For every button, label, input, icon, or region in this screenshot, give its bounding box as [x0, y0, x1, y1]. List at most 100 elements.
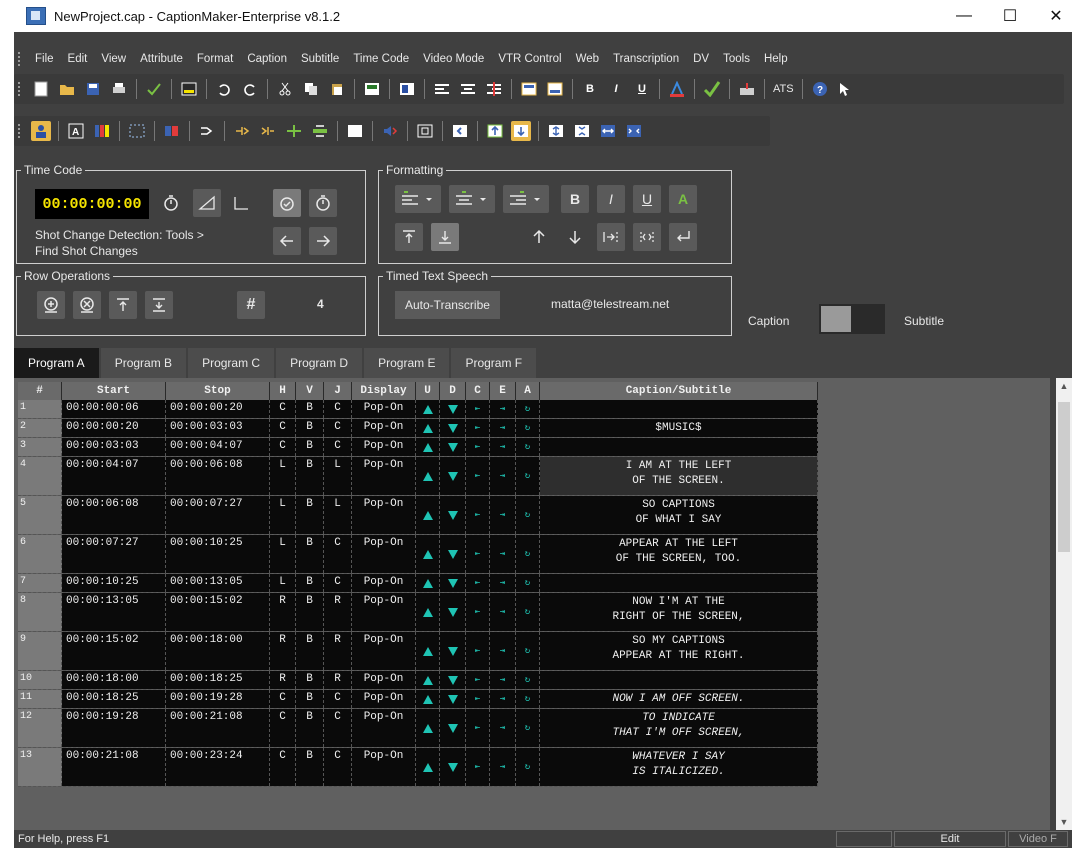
move-down-cell[interactable]: [440, 419, 466, 437]
timecode-icon[interactable]: [362, 79, 382, 99]
text-color-icon[interactable]: [667, 79, 687, 99]
audio-cell[interactable]: ↻: [516, 535, 540, 573]
audio-cell[interactable]: ↻: [516, 748, 540, 786]
blank-box-icon[interactable]: [345, 121, 365, 141]
caption-text-cell[interactable]: I AM AT THE LEFT OF THE SCREEN.: [540, 457, 818, 495]
extend-cell[interactable]: ⇥: [490, 496, 516, 534]
move-down-cell[interactable]: [440, 671, 466, 689]
display-mode-cell[interactable]: Pop-On: [352, 535, 416, 573]
column-header[interactable]: Start: [62, 382, 166, 400]
menu-web[interactable]: Web: [569, 53, 606, 65]
justification-cell[interactable]: R: [324, 593, 352, 631]
table-row[interactable]: 10 00:00:18:00 00:00:18:25 R B R Pop-On ⇤ ⇥ ↻: [18, 671, 818, 690]
clear-cell[interactable]: ⇤: [466, 709, 490, 747]
open-folder-icon[interactable]: [57, 79, 77, 99]
justification-cell[interactable]: C: [324, 438, 352, 456]
context-help-icon[interactable]: [836, 79, 856, 99]
justification-cell[interactable]: C: [324, 748, 352, 786]
menu-file[interactable]: File: [28, 53, 61, 65]
move-down-cell[interactable]: [440, 457, 466, 495]
expand-vertical-icon[interactable]: [546, 121, 566, 141]
row-number-button[interactable]: #: [237, 291, 265, 319]
move-down-cell[interactable]: [440, 400, 466, 418]
expand-horizontal-icon[interactable]: [598, 121, 618, 141]
menu-attribute[interactable]: Attribute: [133, 53, 190, 65]
auto-transcribe-button[interactable]: Auto-Transcribe: [395, 291, 500, 319]
start-time-cell[interactable]: 00:00:00:06: [62, 400, 166, 418]
join-icon[interactable]: [258, 121, 278, 141]
move-up-cell[interactable]: [416, 535, 440, 573]
close-button[interactable]: ✕: [1033, 0, 1079, 32]
menu-dv[interactable]: DV: [686, 53, 716, 65]
vertical-position-cell[interactable]: B: [296, 671, 324, 689]
redo-icon[interactable]: [240, 79, 260, 99]
table-row[interactable]: 9 00:00:15:02 00:00:18:00 R B R Pop-On ⇤ ⇥ ↻ SO MY…: [18, 632, 818, 671]
line-break-icon[interactable]: [669, 223, 697, 251]
caption-text-cell[interactable]: APPEAR AT THE LEFT OF THE SCREEN, TOO.: [540, 535, 818, 573]
table-row[interactable]: 7 00:00:10:25 00:00:13:05 L B C Pop-On ⇤ ⇥ ↻: [18, 574, 818, 593]
menu-vtr-control[interactable]: VTR Control: [491, 53, 568, 65]
delete-row-icon[interactable]: [310, 121, 330, 141]
display-mode-cell[interactable]: Pop-On: [352, 496, 416, 534]
audio-cell[interactable]: ↻: [516, 438, 540, 456]
extend-cell[interactable]: ⇥: [490, 574, 516, 592]
stop-time-cell[interactable]: 00:00:03:03: [166, 419, 270, 437]
display-mode-cell[interactable]: Pop-On: [352, 632, 416, 670]
justification-cell[interactable]: R: [324, 671, 352, 689]
timecode-display[interactable]: 00:00:00:00: [35, 189, 149, 219]
caption-window-icon[interactable]: [179, 79, 199, 99]
extend-cell[interactable]: ⇥: [490, 457, 516, 495]
extend-cell[interactable]: ⇥: [490, 593, 516, 631]
move-down-cell[interactable]: [440, 574, 466, 592]
table-row[interactable]: 8 00:00:13:05 00:00:15:02 R B R Pop-On ⇤ ⇥ ↻ NOW I…: [18, 593, 818, 632]
caption-subtitle-toggle[interactable]: [819, 304, 885, 334]
clear-cell[interactable]: ⇤: [466, 457, 490, 495]
paste-icon[interactable]: [327, 79, 347, 99]
move-up-cell[interactable]: [416, 400, 440, 418]
menu-subtitle[interactable]: Subtitle: [294, 53, 346, 65]
user-icon[interactable]: [31, 121, 51, 141]
column-header[interactable]: C: [466, 382, 490, 400]
move-down-icon[interactable]: [511, 121, 531, 141]
column-header[interactable]: J: [324, 382, 352, 400]
collapse-horizontal-icon[interactable]: [624, 121, 644, 141]
extend-cell[interactable]: ⇥: [490, 632, 516, 670]
stop-time-cell[interactable]: 00:00:06:08: [166, 457, 270, 495]
display-mode-cell[interactable]: Pop-On: [352, 690, 416, 708]
table-row[interactable]: 2 00:00:00:20 00:00:03:03 C B C Pop-On ⇤ ⇥ ↻ $MUSI…: [18, 419, 818, 438]
clear-cell[interactable]: ⇤: [466, 632, 490, 670]
arrow-left-icon[interactable]: [273, 227, 301, 255]
tab-program-b[interactable]: Program B: [100, 348, 187, 378]
save-icon[interactable]: [83, 79, 103, 99]
start-time-cell[interactable]: 00:00:18:00: [62, 671, 166, 689]
column-header[interactable]: Display: [352, 382, 416, 400]
spellcheck-icon[interactable]: [144, 79, 164, 99]
menu-transcription[interactable]: Transcription: [606, 53, 686, 65]
audio-cell[interactable]: ↻: [516, 400, 540, 418]
move-up-cell[interactable]: [416, 748, 440, 786]
caption-text-cell[interactable]: TO INDICATE THAT I'M OFF SCREEN,: [540, 709, 818, 747]
horizontal-position-cell[interactable]: C: [270, 709, 296, 747]
caption-text-cell[interactable]: [540, 671, 818, 689]
display-mode-cell[interactable]: Pop-On: [352, 438, 416, 456]
indent-center-icon[interactable]: [633, 223, 661, 251]
column-header[interactable]: H: [270, 382, 296, 400]
display-mode-cell[interactable]: Pop-On: [352, 457, 416, 495]
justification-cell[interactable]: C: [324, 709, 352, 747]
align-left-icon[interactable]: [432, 79, 452, 99]
move-down-cell[interactable]: [440, 438, 466, 456]
extend-cell[interactable]: ⇥: [490, 419, 516, 437]
stopwatch-reset-icon[interactable]: [309, 189, 337, 217]
vertical-position-cell[interactable]: B: [296, 690, 324, 708]
row-number-cell[interactable]: 11: [18, 690, 62, 708]
move-down-cell[interactable]: [440, 690, 466, 708]
row-number-cell[interactable]: 12: [18, 709, 62, 747]
column-header[interactable]: E: [490, 382, 516, 400]
vertical-position-cell[interactable]: B: [296, 632, 324, 670]
move-down-cell[interactable]: [440, 632, 466, 670]
display-mode-cell[interactable]: Pop-On: [352, 574, 416, 592]
new-file-icon[interactable]: [31, 79, 51, 99]
audio-cell[interactable]: ↻: [516, 690, 540, 708]
table-row[interactable]: 11 00:00:18:25 00:00:19:28 C B C Pop-On ⇤ ⇥ ↻ NOW …: [18, 690, 818, 709]
horizontal-position-cell[interactable]: L: [270, 457, 296, 495]
